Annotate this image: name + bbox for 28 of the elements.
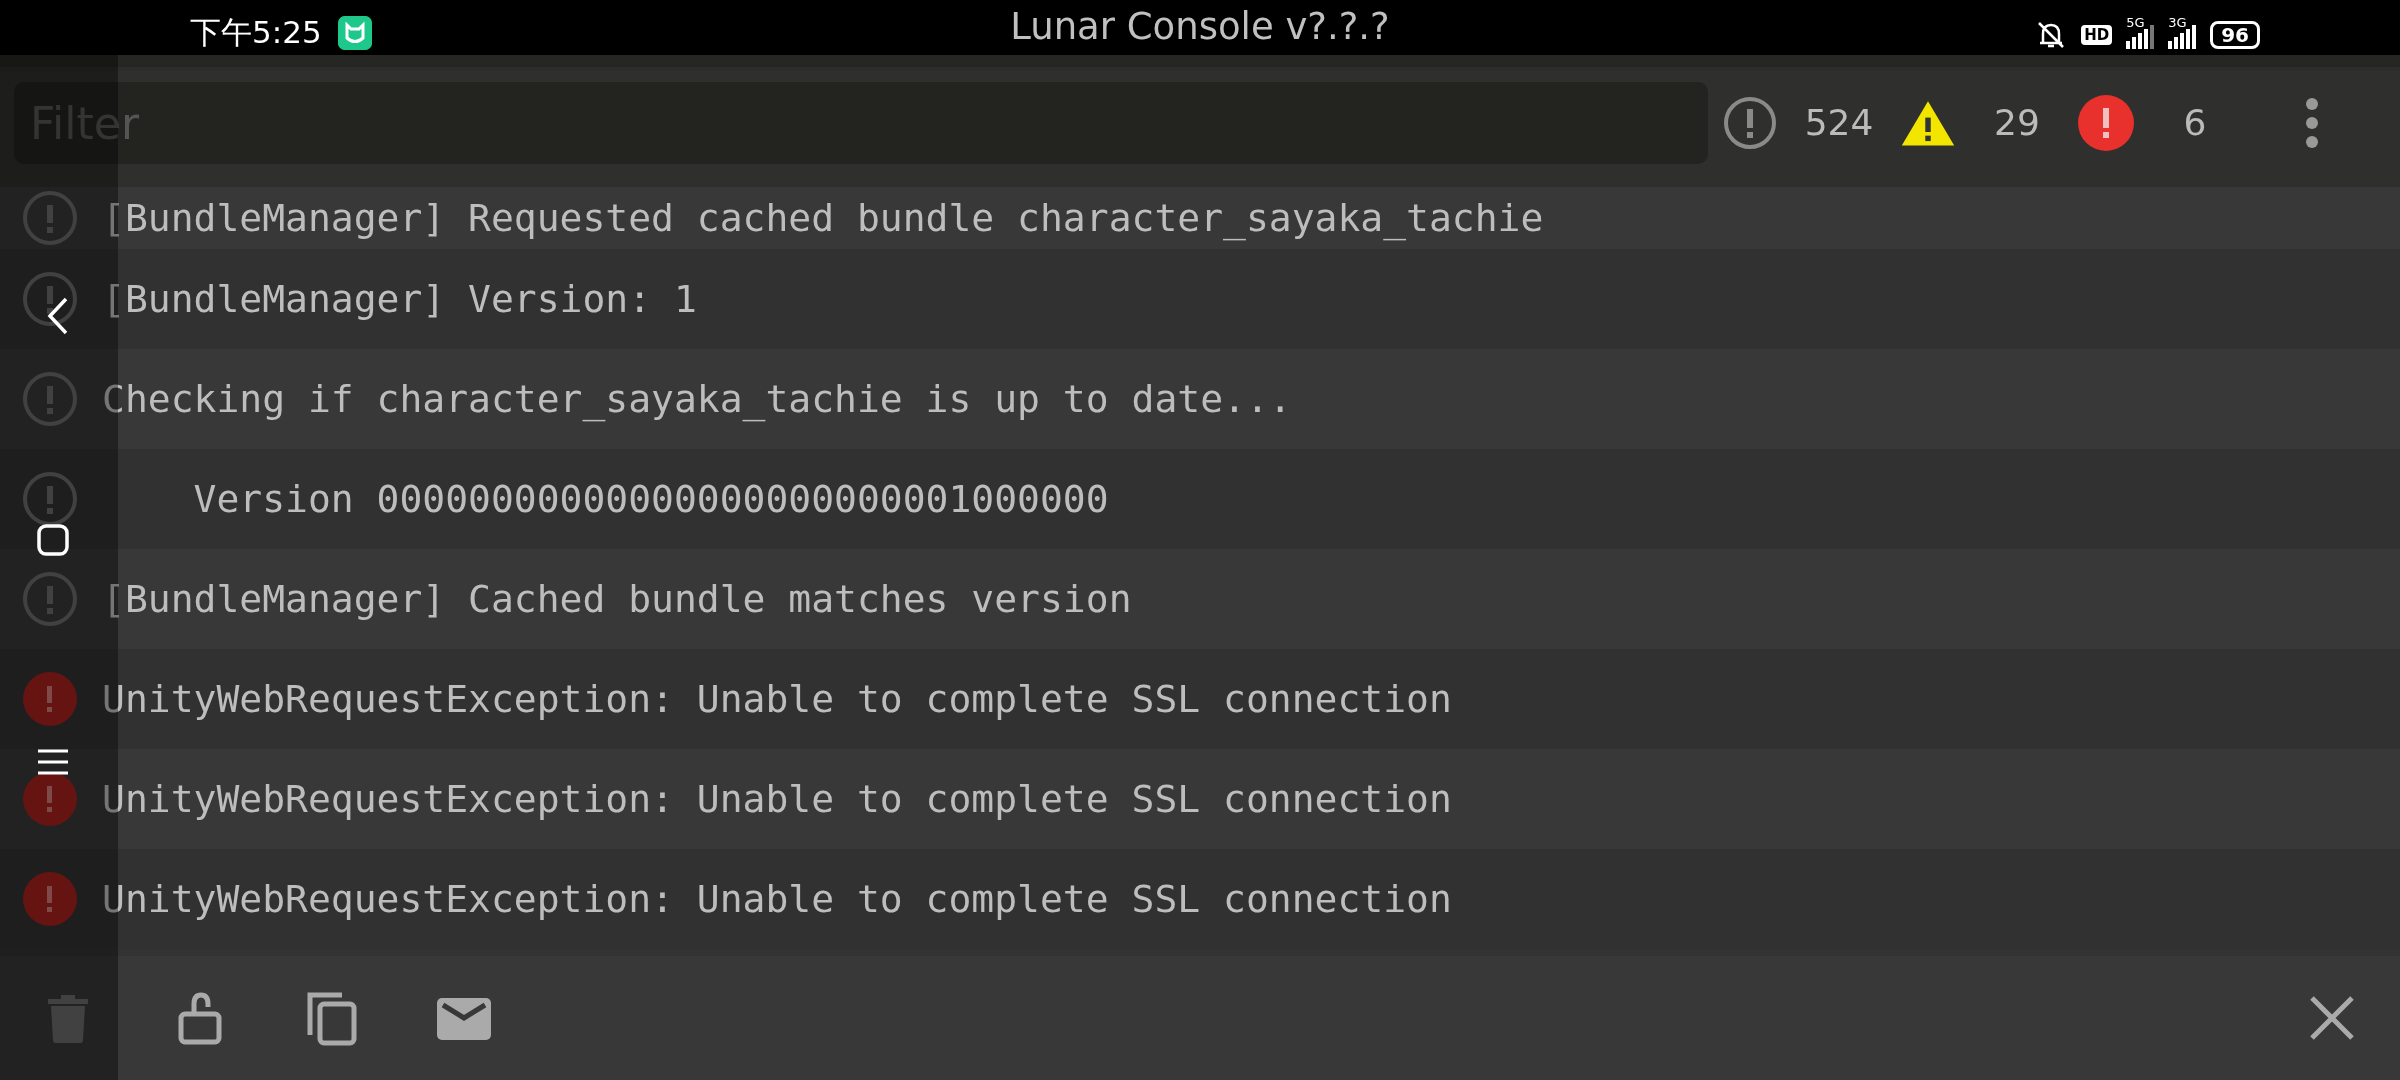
- error-icon: [22, 671, 78, 727]
- count-text: 524: [1803, 101, 1875, 145]
- app-icon: [337, 15, 372, 50]
- count-text: 6: [2182, 101, 2208, 145]
- info-icon: [22, 371, 78, 427]
- home-icon[interactable]: [37, 524, 69, 556]
- info-icon: [22, 471, 78, 527]
- info-icon: [22, 271, 78, 327]
- error-icon: [22, 871, 78, 927]
- log-message: [BundleManager] Version: 1: [102, 275, 697, 323]
- log-message: UnityWebRequestException: Unable to complete SSL connection: [102, 775, 1452, 823]
- log-message: Checking if character_sayaka_tachie is up to date...: [102, 375, 1292, 424]
- log-message: UnityWebRequestException: Unable to complete SSL connection: [102, 675, 1452, 723]
- window-title: Lunar Console v?.?.?: [1010, 4, 1390, 50]
- error-icon[interactable]: [2078, 95, 2134, 151]
- log-message: [BundleManager] Requested cached bundle character_sayaka_tachie: [102, 194, 1544, 243]
- log-message: Version 00000000000000000000000001000000: [192, 475, 1109, 523]
- back-icon[interactable]: [46, 296, 70, 336]
- menu-icon[interactable]: [37, 748, 69, 776]
- log-message: [BundleManager] Cached bundle matches version: [102, 575, 1132, 623]
- log-message: UnityWebRequestException: Unable to complete SSL connection: [102, 875, 1452, 923]
- battery-indicator: 96: [2210, 20, 2260, 49]
- hd-badge: HD: [2081, 24, 2113, 45]
- info-icon[interactable]: [1722, 95, 1778, 151]
- info-icon: [22, 571, 78, 627]
- info-icon: [22, 190, 78, 246]
- clock-text: 下午5:25: [190, 13, 322, 53]
- count-text: 29: [1993, 101, 2041, 145]
